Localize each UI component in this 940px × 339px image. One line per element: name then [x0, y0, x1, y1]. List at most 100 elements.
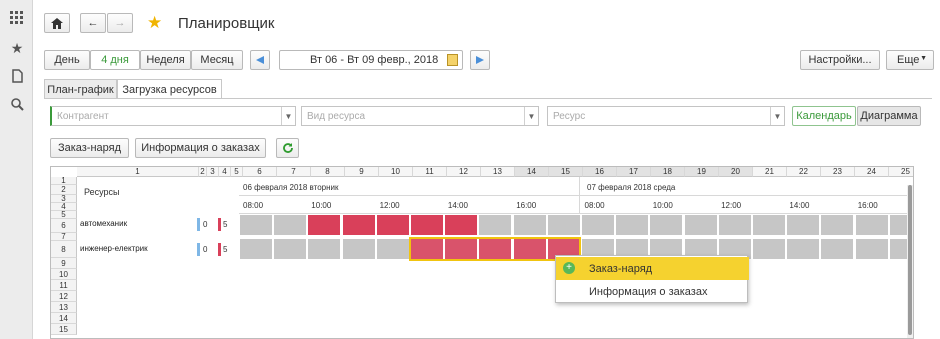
- view-day-button[interactable]: День: [44, 50, 90, 70]
- apps-grid-icon[interactable]: [9, 10, 25, 26]
- column-number: 8: [311, 167, 345, 177]
- vertical-scrollbar[interactable]: [907, 185, 913, 338]
- view-4days-button[interactable]: 4 дня: [90, 50, 140, 70]
- calendar-icon[interactable]: [447, 54, 458, 66]
- page-title: Планировщик: [178, 15, 275, 32]
- time-slot[interactable]: [547, 215, 580, 235]
- resources-header: Ресурсы: [84, 187, 120, 197]
- column-number: 19: [685, 167, 719, 177]
- time-slot[interactable]: [411, 215, 443, 235]
- tab-resource-load[interactable]: Загрузка ресурсов: [117, 79, 222, 99]
- column-number: 12: [447, 167, 481, 177]
- capacity-max-value: 5: [223, 220, 228, 229]
- time-slot[interactable]: [582, 215, 614, 235]
- time-slot[interactable]: [821, 239, 854, 259]
- diagram-mode-button[interactable]: Диаграмма: [857, 106, 921, 126]
- add-icon: +: [563, 262, 575, 274]
- time-slot[interactable]: [240, 215, 272, 235]
- favorite-star-icon[interactable]: ★: [147, 13, 162, 33]
- column-number: 7: [277, 167, 311, 177]
- resource-type-placeholder: Вид ресурса: [307, 110, 366, 122]
- settings-button[interactable]: Настройки...: [800, 50, 880, 70]
- time-slot[interactable]: [342, 239, 375, 259]
- menu-item-work-order[interactable]: + Заказ-наряд: [556, 257, 749, 280]
- dropdown-icon[interactable]: ▼: [770, 107, 784, 125]
- row-number: 1: [51, 177, 77, 185]
- day1-header: 06 февраля 2018 вторник: [243, 183, 339, 192]
- view-month-button[interactable]: Месяц: [191, 50, 243, 70]
- more-button[interactable]: Еще ▼: [886, 50, 934, 70]
- time-slot[interactable]: [445, 215, 478, 235]
- view-week-button[interactable]: Неделя: [140, 50, 191, 70]
- context-menu: + Заказ-наряд Информация о заказах: [555, 255, 749, 303]
- time-slot[interactable]: [479, 215, 512, 235]
- time-slot[interactable]: [753, 239, 785, 259]
- resource-filter[interactable]: Ресурс ▼: [547, 106, 785, 126]
- dropdown-icon[interactable]: ▼: [281, 107, 295, 125]
- column-number: 3: [207, 167, 219, 177]
- time-slot[interactable]: [650, 215, 683, 235]
- row-number: 9: [51, 258, 77, 269]
- refresh-icon: [282, 143, 293, 153]
- home-button[interactable]: [44, 13, 70, 33]
- time-slot[interactable]: [274, 215, 307, 235]
- back-button[interactable]: ←: [80, 13, 106, 33]
- time-slot[interactable]: [274, 239, 307, 259]
- time-slot[interactable]: [376, 215, 409, 235]
- home-icon: [51, 17, 63, 29]
- time-slot[interactable]: [240, 239, 272, 259]
- time-slot[interactable]: [616, 215, 649, 235]
- time-slot[interactable]: [342, 215, 375, 235]
- prev-period-button[interactable]: [250, 50, 270, 70]
- time-slot[interactable]: [855, 215, 888, 235]
- time-slot[interactable]: [513, 215, 546, 235]
- counterparty-filter[interactable]: Контрагент ▼: [50, 106, 296, 126]
- time-label: 08:00: [584, 201, 605, 210]
- time-slot[interactable]: [684, 215, 717, 235]
- time-separator: [239, 213, 913, 214]
- favorites-star-icon[interactable]: ★: [9, 40, 25, 56]
- time-slot[interactable]: [787, 215, 820, 235]
- column-number: 13: [481, 167, 515, 177]
- row-number: 10: [51, 269, 77, 280]
- dropdown-icon[interactable]: ▼: [524, 107, 538, 125]
- scrollbar-thumb[interactable]: [908, 185, 912, 335]
- capacity-max-bar: [218, 218, 221, 231]
- history-icon[interactable]: [9, 68, 25, 84]
- row-number: 14: [51, 313, 77, 324]
- time-slot[interactable]: [821, 215, 854, 235]
- resource-name: автомеханик: [80, 219, 128, 228]
- time-label: 10:00: [311, 201, 332, 210]
- column-number: 10: [379, 167, 413, 177]
- resource-type-filter[interactable]: Вид ресурса ▼: [301, 106, 539, 126]
- column-number: 20: [719, 167, 753, 177]
- forward-button[interactable]: →: [107, 13, 133, 33]
- time-slot[interactable]: [308, 239, 341, 259]
- time-slot[interactable]: [718, 215, 751, 235]
- time-label: 14:00: [789, 201, 810, 210]
- arrow-next-icon: [476, 56, 484, 64]
- column-number: 24: [855, 167, 889, 177]
- time-slot[interactable]: [855, 239, 888, 259]
- calendar-mode-button[interactable]: Календарь: [792, 106, 856, 126]
- tab-plan-schedule[interactable]: План-график: [44, 79, 117, 99]
- day2-header: 07 февраля 2018 среда: [587, 183, 676, 192]
- column-number: 23: [821, 167, 855, 177]
- menu-item-order-info[interactable]: Информация о заказах: [556, 280, 749, 303]
- time-slot[interactable]: [308, 215, 341, 235]
- refresh-button[interactable]: [276, 138, 299, 158]
- time-label: 14:00: [447, 201, 468, 210]
- row-number: 12: [51, 291, 77, 302]
- search-icon[interactable]: [9, 96, 25, 112]
- order-info-button[interactable]: Информация о заказах: [135, 138, 266, 158]
- row-number: 8: [51, 241, 77, 258]
- capacity-min-value: 0: [203, 245, 208, 254]
- counterparty-placeholder: Контрагент: [57, 110, 109, 122]
- next-period-button[interactable]: [470, 50, 490, 70]
- date-range-field[interactable]: Вт 06 - Вт 09 февр., 2018: [279, 50, 463, 70]
- time-slot[interactable]: [787, 239, 820, 259]
- time-slot[interactable]: [753, 215, 785, 235]
- work-order-button[interactable]: Заказ-наряд: [50, 138, 129, 158]
- time-label: 08:00: [243, 201, 264, 210]
- time-slot[interactable]: [376, 239, 409, 259]
